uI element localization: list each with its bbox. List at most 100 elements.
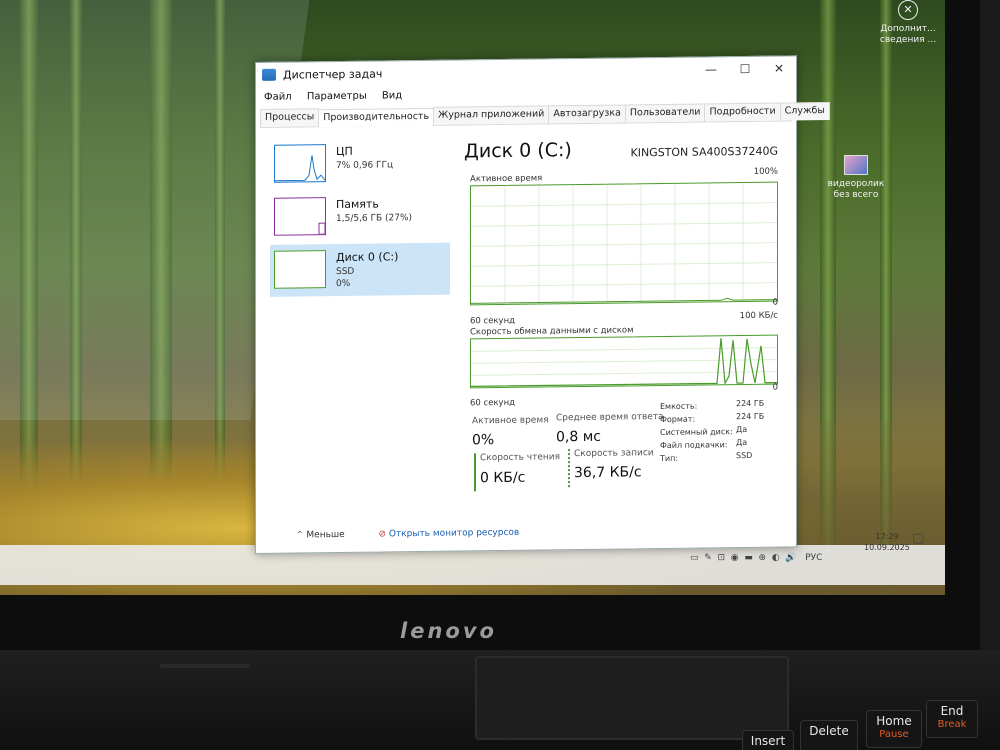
tray-time: 17:29 [875, 532, 899, 541]
menu-file[interactable]: Файл [264, 92, 292, 103]
performance-sidebar: ЦП 7% 0,96 ГГц Память 1,5/5,6 ГБ (27%) Д… [270, 137, 450, 298]
transfer-min: 0 [772, 382, 778, 393]
read-speed-marker [474, 453, 476, 492]
delete-key[interactable]: Delete [800, 720, 858, 750]
property-value: Да [736, 437, 748, 448]
active-time-label: Активное время [470, 173, 543, 185]
active-time-min: 0 [772, 297, 778, 308]
sidebar-item-name: ЦП [336, 144, 353, 159]
tab-users[interactable]: Пользователи [624, 103, 706, 123]
write-speed-marker [568, 449, 570, 488]
key-label: Insert [750, 734, 786, 748]
task-manager-icon [262, 68, 276, 81]
property-value: Да [736, 424, 748, 435]
menu-options[interactable]: Параметры [307, 91, 367, 103]
property-key: Емкость: [660, 401, 698, 412]
sidebar-item-cpu[interactable]: ЦП 7% 0,96 ГГц [270, 137, 450, 191]
tab-performance[interactable]: Производительность [318, 107, 435, 128]
key-sublabel: Break [937, 719, 967, 730]
tab-app-history[interactable]: Журнал приложений [433, 105, 550, 125]
resource-monitor-icon: ⊘ [378, 529, 386, 540]
sidebar-item-name: Память [336, 197, 379, 212]
close-button[interactable]: ✕ [764, 59, 794, 77]
task-manager-window[interactable]: Диспетчер задач — ☐ ✕ Файл Параметры Вид… [255, 55, 830, 554]
transfer-rate-graph [470, 334, 778, 389]
title-bar[interactable]: Диспетчер задач — ☐ ✕ [256, 56, 796, 87]
sidebar-item-detail: 1,5/5,6 ГБ (27%) [336, 213, 413, 225]
read-speed-value: 0 КБ/с [480, 469, 526, 487]
memory-mini-graph [274, 197, 326, 236]
sidebar-item-memory[interactable]: Память 1,5/5,6 ГБ (27%) [270, 190, 450, 244]
disk-mini-graph [274, 250, 326, 289]
sidebar-item-disk[interactable]: Диск 0 (C:) SSD 0% [270, 242, 450, 297]
active-time-graph [470, 181, 778, 306]
home-pause-key[interactable]: Home Pause [866, 710, 922, 748]
tray-clock[interactable]: 17:29 10.09.2025 [864, 531, 910, 553]
property-key: Файл подкачки: [660, 440, 728, 451]
tray-date: 10.09.2025 [864, 543, 910, 552]
tray-icons: ▭ ✎ ⊡ ◉ ▬ ⊕ ◐ 🔊 [690, 553, 803, 563]
property-key: Системный диск: [660, 427, 733, 438]
property-key: Формат: [660, 414, 696, 425]
menu-view[interactable]: Вид [382, 90, 402, 101]
desktop-icon-label: видеоролик без всего [827, 179, 885, 200]
photo-scene: ✕ Дополнит... сведения ... видеоролик бе… [0, 0, 1000, 750]
sidebar-item-type: SSD [336, 266, 355, 278]
avg-response-label: Среднее время ответа [556, 412, 664, 424]
tab-services[interactable]: Службы [779, 101, 830, 121]
minimize-button[interactable]: — [696, 60, 726, 78]
write-speed-label: Скорость записи [574, 448, 654, 460]
notification-label: Дополнит... сведения ... [879, 24, 937, 45]
active-time-max: 100% [753, 166, 778, 177]
key-label: End [940, 704, 964, 718]
active-time-stat-label: Активное время [472, 415, 549, 427]
window-footer: ⌃ Меньше ⊘ Открыть монитор ресурсов [296, 528, 519, 541]
sidebar-item-usage: 0% [336, 278, 351, 290]
desktop-icon-video[interactable]: видеоролик без всего [826, 155, 886, 201]
insert-key[interactable]: Insert [742, 730, 794, 750]
key-sublabel: Pause [879, 729, 909, 740]
end-break-key[interactable]: End Break [926, 700, 978, 738]
read-speed-label: Скорость чтения [480, 452, 561, 464]
duration-label: 60 секунд [470, 397, 516, 409]
speaker-grille [160, 664, 250, 668]
property-value: 224 ГБ [736, 398, 765, 409]
tray-language[interactable]: РУС [805, 553, 822, 563]
duration-label: 60 секунд [470, 315, 516, 327]
window-title: Диспетчер задач [283, 67, 383, 82]
close-circle-icon: ✕ [898, 0, 918, 20]
avg-response-value: 0,8 мс [556, 428, 601, 446]
key-label: Delete [809, 724, 849, 738]
cpu-mini-graph [274, 144, 326, 183]
video-file-icon [844, 155, 868, 175]
property-value: SSD [736, 450, 753, 461]
open-resource-monitor-link[interactable]: Открыть монитор ресурсов [389, 528, 519, 540]
active-time-grid [471, 183, 777, 304]
transfer-rate-grid [471, 338, 777, 387]
notifications-icon[interactable]: ▢ [912, 531, 924, 546]
desktop-notification[interactable]: ✕ Дополнит... сведения ... [878, 0, 938, 46]
tab-processes[interactable]: Процессы [260, 108, 320, 127]
disk-model: KINGSTON SA400S37240G [630, 144, 778, 160]
laptop-brand-logo: lenovo [400, 619, 497, 643]
chevron-up-icon: ⌃ [296, 530, 304, 541]
transfer-rate-label: Скорость обмена данными с диском [470, 325, 634, 338]
property-key: Тип: [660, 453, 679, 464]
menu-bar: Файл Параметры Вид [264, 90, 414, 103]
active-time-stat-value: 0% [472, 432, 495, 449]
sidebar-item-detail: 7% 0,96 ГГц [336, 160, 394, 172]
transfer-max: 100 КБ/с [739, 310, 778, 322]
write-speed-value: 36,7 КБ/с [574, 464, 642, 482]
laptop-screen: ✕ Дополнит... сведения ... видеоролик бе… [0, 0, 945, 595]
cpu-mini-graph-svg [275, 155, 326, 182]
disk-details-pane: Диск 0 (C:) KINGSTON SA400S37240G Активн… [464, 137, 784, 492]
disk-title: Диск 0 (C:) [464, 139, 572, 163]
fewer-details-button[interactable]: Меньше [306, 530, 344, 540]
maximize-button[interactable]: ☐ [730, 60, 760, 78]
tab-startup[interactable]: Автозагрузка [548, 104, 626, 124]
system-tray[interactable]: ▭ ✎ ⊡ ◉ ▬ ⊕ ◐ 🔊 РУС [690, 553, 822, 563]
memory-mini-graph-svg [318, 222, 326, 235]
touchpad[interactable] [475, 656, 789, 740]
tab-strip: Процессы Производительность Журнал прило… [260, 101, 830, 128]
tab-details[interactable]: Подробности [704, 102, 781, 122]
